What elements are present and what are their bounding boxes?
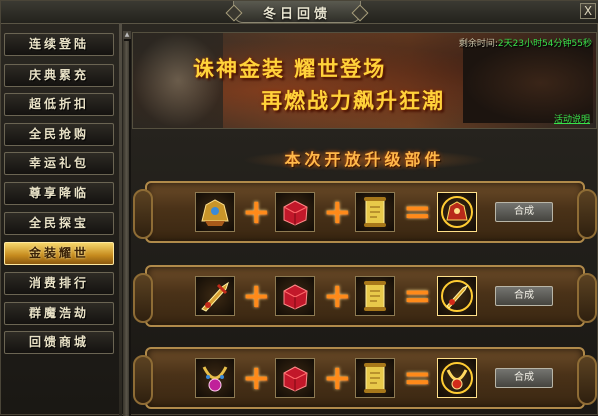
- plus-operator-icon: +: [242, 358, 271, 398]
- sidebar-item-lucky-pack[interactable]: 幸运礼包: [4, 152, 114, 175]
- plus-operator-icon: +: [323, 192, 352, 232]
- golden-weapon-icon[interactable]: [195, 276, 235, 316]
- golden-scroll-icon[interactable]: [355, 276, 395, 316]
- upgraded-weapon-icon[interactable]: [437, 276, 477, 316]
- equals-operator-icon: =: [403, 192, 432, 232]
- recipe-row: + + = 合成: [133, 181, 597, 243]
- sidebar-item-super-discount[interactable]: 超低折扣: [4, 93, 114, 116]
- sidebar-item-spending-rank[interactable]: 消费排行: [4, 272, 114, 295]
- equals-operator-icon: =: [403, 358, 432, 398]
- timer-label: 剩余时间:: [458, 39, 498, 49]
- plus-operator-icon: +: [323, 358, 352, 398]
- scrollbar-thumb[interactable]: [124, 41, 129, 416]
- sidebar-item-golden-gear[interactable]: 金装耀世: [4, 242, 114, 265]
- window-title: 冬日回馈: [262, 7, 331, 22]
- countdown-timer: 剩余时间:2天23小时54分钟55秒: [459, 36, 592, 49]
- red-gem-icon[interactable]: [275, 276, 315, 316]
- scroll-up-arrow-icon[interactable]: ▲: [123, 31, 131, 39]
- upgraded-necklace-icon[interactable]: [437, 358, 477, 398]
- red-gem-icon[interactable]: [275, 358, 315, 398]
- sidebar-item-reward-shop[interactable]: 回馈商城: [4, 331, 114, 354]
- title-plate: 冬日回馈: [233, 1, 361, 23]
- recipe-row: + + = 合成: [133, 265, 597, 327]
- plus-operator-icon: +: [323, 276, 352, 316]
- plus-operator-icon: +: [242, 192, 271, 232]
- sidebar-item-continuous-login[interactable]: 连续登陆: [4, 33, 114, 56]
- weapon-art: [463, 43, 593, 123]
- section-title: 本次开放升级部件: [284, 150, 445, 169]
- sidebar-item-demon-calamity[interactable]: 群魔浩劫: [4, 302, 114, 325]
- compose-button[interactable]: 合成: [495, 286, 553, 306]
- sidebar-item-celebration-recharge[interactable]: 庆典累充: [4, 64, 114, 87]
- banner-slogan-line2: 再燃战力飙升狂潮: [261, 88, 445, 113]
- close-button[interactable]: X: [580, 3, 596, 19]
- golden-scroll-icon[interactable]: [355, 192, 395, 232]
- upgraded-helmet-icon[interactable]: [437, 192, 477, 232]
- plus-operator-icon: +: [242, 276, 271, 316]
- event-window: 冬日回馈 X 连续登陆 庆典累充 超低折扣 全民抢购 幸运礼包 尊享降临 全民探…: [0, 0, 598, 416]
- recipe-row: + + = 合成: [133, 347, 597, 409]
- sidebar-item-flash-sale[interactable]: 全民抢购: [4, 123, 114, 146]
- compose-button[interactable]: 合成: [495, 368, 553, 388]
- timer-value: 2天23小时54分钟55秒: [497, 39, 592, 49]
- banner-slogan-line1: 诛神金装 耀世登场: [193, 56, 387, 81]
- event-banner: 诛神金装 耀世登场 再燃战力飙升狂潮 剩余时间:2天23小时54分钟55秒 活动…: [132, 32, 597, 129]
- title-bar: 冬日回馈 X: [1, 1, 598, 24]
- red-gem-icon[interactable]: [275, 192, 315, 232]
- event-rules-link[interactable]: 活动说明: [554, 112, 590, 125]
- golden-scroll-icon[interactable]: [355, 358, 395, 398]
- equals-operator-icon: =: [403, 276, 432, 316]
- sidebar: 连续登陆 庆典累充 超低折扣 全民抢购 幸运礼包 尊享降临 全民探宝 金装耀世 …: [1, 29, 121, 416]
- golden-necklace-icon[interactable]: [195, 358, 235, 398]
- compose-button[interactable]: 合成: [495, 202, 553, 222]
- section-header: 本次开放升级部件: [132, 147, 597, 173]
- golden-helmet-icon[interactable]: [195, 192, 235, 232]
- sidebar-item-vip-arrival[interactable]: 尊享降临: [4, 182, 114, 205]
- sidebar-item-treasure-hunt[interactable]: 全民探宝: [4, 212, 114, 235]
